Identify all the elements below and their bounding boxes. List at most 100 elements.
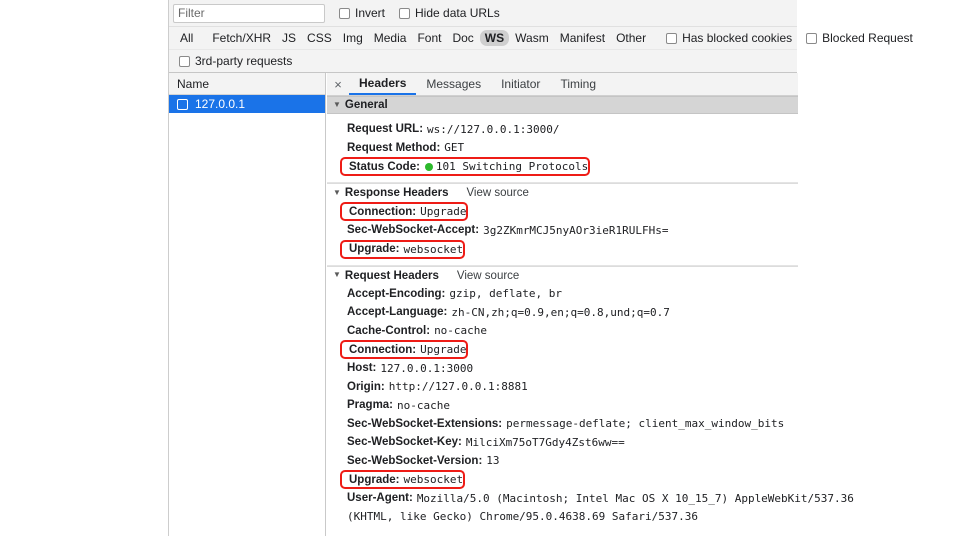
header-key: Connection: <box>349 205 417 218</box>
header-value: zh-CN,zh;q=0.9,en;q=0.8,und;q=0.7 <box>451 305 670 319</box>
header-value: ws://127.0.0.1:3000/ <box>427 122 560 136</box>
header-row: Pragma: no-cache <box>327 396 798 415</box>
third-party-bar: 3rd-party requests <box>169 50 797 73</box>
section-title-general: General <box>344 99 388 111</box>
user-agent-continuation: (KHTML, like Gecko) Chrome/95.0.4638.69 … <box>347 510 698 524</box>
header-value: Mozilla/5.0 (Macintosh; Intel Mac OS X 1… <box>416 491 854 505</box>
header-value: http://127.0.0.1:8881 <box>388 380 528 394</box>
close-icon[interactable]: × <box>327 73 349 95</box>
header-key: Pragma: <box>347 399 394 412</box>
type-filter-font[interactable]: Font <box>412 30 446 46</box>
header-key: Request URL: <box>347 123 424 136</box>
type-filter-media[interactable]: Media <box>369 30 412 46</box>
header-row: Sec-WebSocket-Version: 13 <box>327 452 798 471</box>
header-row: Sec-WebSocket-Extensions: permessage-def… <box>327 415 798 434</box>
header-key: Status Code: <box>349 160 420 173</box>
invert-checkbox[interactable] <box>339 7 350 19</box>
has-blocked-cookies-row[interactable]: Has blocked cookies <box>666 31 792 45</box>
header-row-highlighted-status-code: Status Code: 101 Switching Protocols <box>340 157 591 176</box>
header-value: MilciXm75oT7Gdy4Zst6ww== <box>465 435 625 449</box>
blocked-requests-checkbox[interactable] <box>806 32 818 44</box>
header-value: Upgrade <box>420 343 467 356</box>
header-value: no-cache <box>397 398 451 412</box>
header-value: websocket <box>403 242 464 256</box>
screenshot-root: Invert Hide data URLs All Fetch/XHR JS C… <box>0 0 960 536</box>
view-source-link-response[interactable]: View source <box>466 187 528 199</box>
header-value: websocket <box>403 473 464 486</box>
has-blocked-cookies-checkbox[interactable] <box>666 32 678 44</box>
header-row-highlighted-connection-request: Connection: Upgrade <box>340 340 469 359</box>
filter-input[interactable] <box>173 3 325 23</box>
section-title-response-headers: Response Headers <box>344 187 449 199</box>
hide-data-urls-checkbox[interactable] <box>399 7 411 19</box>
header-key: Sec-WebSocket-Accept: <box>347 224 480 237</box>
type-filter-js[interactable]: JS <box>277 30 301 46</box>
header-row: Sec-WebSocket-Accept: 3g2ZKmrMCJ5nyAOr3i… <box>327 221 798 240</box>
filter-toolbar: Invert Hide data URLs <box>169 0 797 27</box>
view-source-link-request[interactable]: View source <box>457 270 519 282</box>
header-row: Accept-Encoding: gzip, deflate, br <box>327 285 798 304</box>
header-row: Request Method: GET <box>327 139 798 158</box>
tab-messages[interactable]: Messages <box>416 73 491 95</box>
spacer <box>327 258 798 266</box>
header-row: Accept-Language: zh-CN,zh;q=0.9,en;q=0.8… <box>327 303 798 322</box>
section-header-request-headers[interactable]: ▼ Request Headers View source <box>327 265 798 285</box>
blocked-requests-label: Blocked Request <box>822 31 913 45</box>
header-row-highlighted-upgrade-request: Upgrade: websocket <box>340 470 466 489</box>
type-filter-css[interactable]: CSS <box>302 30 337 46</box>
resource-type-filter-bar: All Fetch/XHR JS CSS Img Media Font Doc … <box>169 27 913 50</box>
name-column-header-label: Name <box>177 76 210 91</box>
request-list-column: Name 127.0.0.1 <box>169 73 326 536</box>
header-row: Sec-WebSocket-Key: MilciXm75oT7Gdy4Zst6w… <box>327 433 798 452</box>
third-party-requests-label: 3rd-party requests <box>195 54 293 68</box>
header-key: Upgrade: <box>349 473 400 486</box>
header-row: User-Agent: Mozilla/5.0 (Macintosh; Inte… <box>327 489 854 508</box>
header-key: Upgrade: <box>349 243 400 255</box>
header-value: 101 Switching Protocols <box>435 160 589 173</box>
type-filter-all[interactable]: All <box>175 30 198 46</box>
hide-data-urls-label: Hide data URLs <box>415 6 500 20</box>
hide-data-urls-checkbox-row[interactable]: Hide data URLs <box>399 6 500 20</box>
header-value: Upgrade <box>420 205 467 218</box>
has-blocked-cookies-label: Has blocked cookies <box>682 31 793 45</box>
header-row: Cache-Control: no-cache <box>327 322 798 341</box>
header-key: Accept-Language: <box>347 306 448 319</box>
chevron-down-icon: ▼ <box>333 99 341 109</box>
type-filter-doc[interactable]: Doc <box>447 30 478 46</box>
type-filter-ws[interactable]: WS <box>479 30 510 46</box>
header-value: no-cache <box>434 324 488 338</box>
header-value: 3g2ZKmrMCJ5nyAOr3ieR1RULFHs= <box>483 223 669 237</box>
third-party-requests-checkbox[interactable] <box>179 55 190 67</box>
header-value: 13 <box>486 454 500 468</box>
header-value: 127.0.0.1:3000 <box>380 361 474 375</box>
header-row: Request URL: ws://127.0.0.1:3000/ <box>327 120 798 139</box>
tab-initiator[interactable]: Initiator <box>491 73 550 95</box>
header-key: Connection: <box>349 343 417 356</box>
header-row: Host: 127.0.0.1:3000 <box>327 359 798 378</box>
type-filter-other[interactable]: Other <box>611 30 651 46</box>
tab-timing[interactable]: Timing <box>550 73 606 95</box>
third-party-requests-row[interactable]: 3rd-party requests <box>179 54 292 68</box>
blocked-requests-row[interactable]: Blocked Request <box>806 31 913 45</box>
network-split: Name 127.0.0.1 × Headers Messages Initia… <box>169 73 854 536</box>
header-key: Accept-Encoding: <box>347 287 446 300</box>
section-header-response-headers[interactable]: ▼ Response Headers View source <box>327 183 798 202</box>
invert-checkbox-row[interactable]: Invert <box>339 6 385 20</box>
chevron-down-icon: ▼ <box>333 187 341 197</box>
section-header-general[interactable]: ▼ General <box>327 96 798 114</box>
request-list-header: Name <box>169 73 325 95</box>
header-value: gzip, deflate, br <box>449 287 562 301</box>
devtools-network-panel: Invert Hide data URLs All Fetch/XHR JS C… <box>168 0 913 536</box>
chevron-down-icon: ▼ <box>333 270 341 279</box>
type-filter-img[interactable]: Img <box>338 30 368 46</box>
type-filter-fetch-xhr[interactable]: Fetch/XHR <box>207 30 276 46</box>
request-list-item-127-0-0-1[interactable]: 127.0.0.1 <box>169 95 325 113</box>
header-row-highlighted-upgrade: Upgrade: websocket <box>340 239 466 259</box>
header-key: Sec-WebSocket-Key: <box>347 436 462 449</box>
header-key: Origin: <box>347 380 385 393</box>
invert-label: Invert <box>355 6 386 20</box>
type-filter-manifest[interactable]: Manifest <box>555 30 610 46</box>
tab-headers[interactable]: Headers <box>349 73 417 95</box>
type-filter-wasm[interactable]: Wasm <box>510 30 554 46</box>
header-key: Request Method: <box>347 141 441 154</box>
